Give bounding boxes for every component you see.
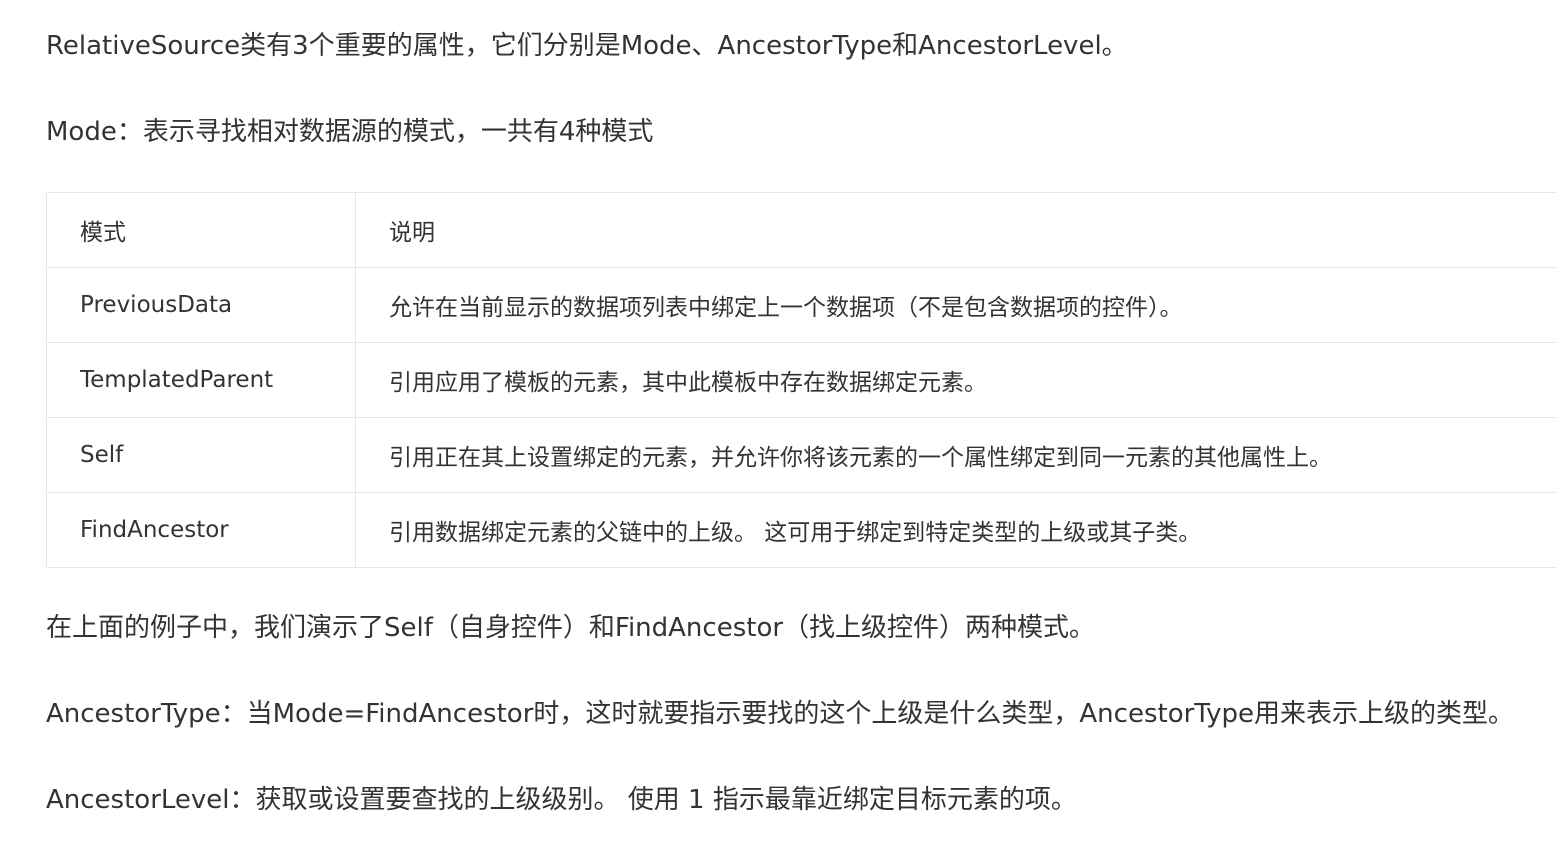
mode-name-cell: Self: [46, 417, 356, 493]
ancestor-type-paragraph: AncestorType：当Mode=FindAncestor时，这时就要指示要…: [46, 699, 1515, 729]
mode-paragraph: Mode：表示寻找相对数据源的模式，一共有4种模式: [46, 117, 654, 147]
intro-paragraph: RelativeSource类有3个重要的属性，它们分别是Mode、Ancest…: [46, 31, 1128, 61]
table-row: FindAncestor 引用数据绑定元素的父链中的上级。 这可用于绑定到特定类…: [46, 492, 1556, 568]
header-description: 说明: [355, 192, 1556, 268]
mode-table: 模式 说明 PreviousData 允许在当前显示的数据项列表中绑定上一个数据…: [46, 192, 1556, 568]
table-row: Self 引用正在其上设置绑定的元素，并允许你将该元素的一个属性绑定到同一元素的…: [46, 417, 1556, 493]
mode-name-cell: PreviousData: [46, 267, 356, 343]
mode-table-container: 模式 说明 PreviousData 允许在当前显示的数据项列表中绑定上一个数据…: [46, 192, 1556, 568]
table-row: PreviousData 允许在当前显示的数据项列表中绑定上一个数据项（不是包含…: [46, 267, 1556, 343]
mode-name-cell: TemplatedParent: [46, 342, 356, 418]
mode-description-cell: 引用正在其上设置绑定的元素，并允许你将该元素的一个属性绑定到同一元素的其他属性上…: [355, 417, 1556, 493]
mode-description-cell: 引用应用了模板的元素，其中此模板中存在数据绑定元素。: [355, 342, 1556, 418]
example-paragraph: 在上面的例子中，我们演示了Self（自身控件）和FindAncestor（找上级…: [46, 613, 1096, 643]
table-row: TemplatedParent 引用应用了模板的元素，其中此模板中存在数据绑定元…: [46, 342, 1556, 418]
ancestor-level-paragraph: AncestorLevel：获取或设置要查找的上级级别。 使用 1 指示最靠近绑…: [46, 785, 1077, 815]
table-header-row: 模式 说明: [46, 192, 1556, 268]
mode-description-cell: 允许在当前显示的数据项列表中绑定上一个数据项（不是包含数据项的控件）。: [355, 267, 1556, 343]
mode-name-cell: FindAncestor: [46, 492, 356, 568]
mode-description-cell: 引用数据绑定元素的父链中的上级。 这可用于绑定到特定类型的上级或其子类。: [355, 492, 1556, 568]
header-mode: 模式: [46, 192, 356, 268]
